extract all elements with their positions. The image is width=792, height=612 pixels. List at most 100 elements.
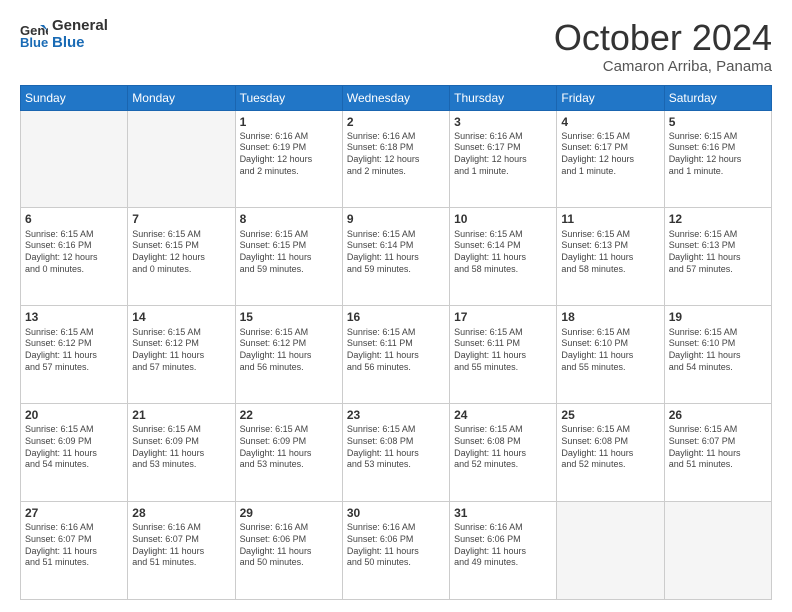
logo: General Blue General Blue	[20, 18, 108, 51]
day-info: Sunrise: 6:16 AM Sunset: 6:06 PM Dayligh…	[454, 522, 552, 569]
day-number: 29	[240, 505, 338, 521]
day-number: 8	[240, 211, 338, 227]
day-number: 1	[240, 114, 338, 130]
calendar-cell: 1Sunrise: 6:16 AM Sunset: 6:19 PM Daylig…	[235, 110, 342, 208]
day-info: Sunrise: 6:15 AM Sunset: 6:13 PM Dayligh…	[561, 229, 659, 276]
day-number: 28	[132, 505, 230, 521]
day-number: 3	[454, 114, 552, 130]
day-info: Sunrise: 6:15 AM Sunset: 6:14 PM Dayligh…	[454, 229, 552, 276]
calendar-cell: 25Sunrise: 6:15 AM Sunset: 6:08 PM Dayli…	[557, 404, 664, 502]
calendar-cell: 29Sunrise: 6:16 AM Sunset: 6:06 PM Dayli…	[235, 502, 342, 600]
calendar-cell: 30Sunrise: 6:16 AM Sunset: 6:06 PM Dayli…	[342, 502, 449, 600]
day-number: 30	[347, 505, 445, 521]
day-info: Sunrise: 6:15 AM Sunset: 6:15 PM Dayligh…	[132, 229, 230, 276]
calendar-cell: 27Sunrise: 6:16 AM Sunset: 6:07 PM Dayli…	[21, 502, 128, 600]
day-number: 23	[347, 407, 445, 423]
calendar-cell: 26Sunrise: 6:15 AM Sunset: 6:07 PM Dayli…	[664, 404, 771, 502]
calendar-cell: 20Sunrise: 6:15 AM Sunset: 6:09 PM Dayli…	[21, 404, 128, 502]
day-info: Sunrise: 6:15 AM Sunset: 6:16 PM Dayligh…	[669, 131, 767, 178]
calendar-table: SundayMondayTuesdayWednesdayThursdayFrid…	[20, 85, 772, 600]
calendar-week-5: 27Sunrise: 6:16 AM Sunset: 6:07 PM Dayli…	[21, 502, 772, 600]
calendar-cell: 23Sunrise: 6:15 AM Sunset: 6:08 PM Dayli…	[342, 404, 449, 502]
day-number: 4	[561, 114, 659, 130]
day-header-thursday: Thursday	[450, 85, 557, 110]
day-info: Sunrise: 6:16 AM Sunset: 6:07 PM Dayligh…	[25, 522, 123, 569]
svg-text:Blue: Blue	[20, 35, 48, 49]
calendar-cell	[128, 110, 235, 208]
location: Camaron Arriba, Panama	[554, 58, 772, 75]
calendar-cell: 4Sunrise: 6:15 AM Sunset: 6:17 PM Daylig…	[557, 110, 664, 208]
day-number: 18	[561, 309, 659, 325]
calendar-cell: 17 Sunrise: 6:15 AM Sunset: 6:11 PM Dayli…	[450, 306, 557, 404]
calendar-week-3: 13Sunrise: 6:15 AM Sunset: 6:12 PM Dayli…	[21, 306, 772, 404]
calendar-cell: 14 Sunrise: 6:15 AM Sunset: 6:12 PM Dayli…	[128, 306, 235, 404]
day-info: Sunrise: 6:15 AM Sunset: 6:08 PM Dayligh…	[454, 424, 552, 471]
calendar-cell: 16 Sunrise: 6:15 AM Sunset: 6:11 PM Dayli…	[342, 306, 449, 404]
day-info: Sunrise: 6:16 AM Sunset: 6:18 PM Dayligh…	[347, 131, 445, 178]
day-info: Sunrise: 6:15 AM Sunset: 6:10 PM Dayligh…	[669, 327, 767, 374]
calendar-cell: 9 Sunrise: 6:15 AM Sunset: 6:14 PM Daylig…	[342, 208, 449, 306]
day-number: 2	[347, 114, 445, 130]
day-info: Sunrise: 6:15 AM Sunset: 6:16 PM Dayligh…	[25, 229, 123, 276]
header: General Blue General Blue October 2024 C…	[20, 18, 772, 75]
day-info: Sunrise: 6:15 AM Sunset: 6:07 PM Dayligh…	[669, 424, 767, 471]
day-header-saturday: Saturday	[664, 85, 771, 110]
day-info: Sunrise: 6:15 AM Sunset: 6:08 PM Dayligh…	[347, 424, 445, 471]
day-number: 5	[669, 114, 767, 130]
day-header-sunday: Sunday	[21, 85, 128, 110]
day-number: 21	[132, 407, 230, 423]
day-header-tuesday: Tuesday	[235, 85, 342, 110]
day-number: 22	[240, 407, 338, 423]
day-number: 7	[132, 211, 230, 227]
calendar-week-2: 6Sunrise: 6:15 AM Sunset: 6:16 PM Daylig…	[21, 208, 772, 306]
day-info: Sunrise: 6:15 AM Sunset: 6:09 PM Dayligh…	[132, 424, 230, 471]
day-info: Sunrise: 6:15 AM Sunset: 6:10 PM Dayligh…	[561, 327, 659, 374]
calendar-cell: 22Sunrise: 6:15 AM Sunset: 6:09 PM Dayli…	[235, 404, 342, 502]
day-header-monday: Monday	[128, 85, 235, 110]
calendar-cell: 11 Sunrise: 6:15 AM Sunset: 6:13 PM Dayli…	[557, 208, 664, 306]
day-number: 19	[669, 309, 767, 325]
day-info: Sunrise: 6:15 AM Sunset: 6:12 PM Dayligh…	[132, 327, 230, 374]
day-number: 27	[25, 505, 123, 521]
calendar-cell: 12Sunrise: 6:15 AM Sunset: 6:13 PM Dayli…	[664, 208, 771, 306]
calendar-cell: 13Sunrise: 6:15 AM Sunset: 6:12 PM Dayli…	[21, 306, 128, 404]
day-info: Sunrise: 6:15 AM Sunset: 6:12 PM Dayligh…	[240, 327, 338, 374]
day-number: 11	[561, 211, 659, 227]
day-info: Sunrise: 6:16 AM Sunset: 6:07 PM Dayligh…	[132, 522, 230, 569]
day-number: 20	[25, 407, 123, 423]
day-info: Sunrise: 6:15 AM Sunset: 6:17 PM Dayligh…	[561, 131, 659, 178]
calendar-cell: 15 Sunrise: 6:15 AM Sunset: 6:12 PM Dayli…	[235, 306, 342, 404]
calendar-cell: 2Sunrise: 6:16 AM Sunset: 6:18 PM Daylig…	[342, 110, 449, 208]
day-number: 26	[669, 407, 767, 423]
calendar-cell: 19 Sunrise: 6:15 AM Sunset: 6:10 PM Dayli…	[664, 306, 771, 404]
day-number: 14	[132, 309, 230, 325]
calendar-header-row: SundayMondayTuesdayWednesdayThursdayFrid…	[21, 85, 772, 110]
calendar-cell: 5Sunrise: 6:15 AM Sunset: 6:16 PM Daylig…	[664, 110, 771, 208]
day-info: Sunrise: 6:15 AM Sunset: 6:13 PM Dayligh…	[669, 229, 767, 276]
calendar-cell: 24Sunrise: 6:15 AM Sunset: 6:08 PM Dayli…	[450, 404, 557, 502]
day-header-wednesday: Wednesday	[342, 85, 449, 110]
day-number: 17	[454, 309, 552, 325]
day-number: 9	[347, 211, 445, 227]
day-info: Sunrise: 6:15 AM Sunset: 6:11 PM Dayligh…	[347, 327, 445, 374]
day-info: Sunrise: 6:15 AM Sunset: 6:09 PM Dayligh…	[240, 424, 338, 471]
day-number: 15	[240, 309, 338, 325]
day-info: Sunrise: 6:16 AM Sunset: 6:06 PM Dayligh…	[240, 522, 338, 569]
day-header-friday: Friday	[557, 85, 664, 110]
day-info: Sunrise: 6:15 AM Sunset: 6:14 PM Dayligh…	[347, 229, 445, 276]
day-info: Sunrise: 6:16 AM Sunset: 6:06 PM Dayligh…	[347, 522, 445, 569]
day-info: Sunrise: 6:16 AM Sunset: 6:17 PM Dayligh…	[454, 131, 552, 178]
logo-text: General Blue	[52, 18, 108, 51]
page: General Blue General Blue October 2024 C…	[0, 0, 792, 612]
calendar-cell: 7 Sunrise: 6:15 AM Sunset: 6:15 PM Daylig…	[128, 208, 235, 306]
calendar-cell: 18 Sunrise: 6:15 AM Sunset: 6:10 PM Dayli…	[557, 306, 664, 404]
calendar-cell	[21, 110, 128, 208]
calendar-cell: 6Sunrise: 6:15 AM Sunset: 6:16 PM Daylig…	[21, 208, 128, 306]
calendar-cell: 28Sunrise: 6:16 AM Sunset: 6:07 PM Dayli…	[128, 502, 235, 600]
calendar-cell: 3Sunrise: 6:16 AM Sunset: 6:17 PM Daylig…	[450, 110, 557, 208]
day-number: 16	[347, 309, 445, 325]
day-info: Sunrise: 6:15 AM Sunset: 6:11 PM Dayligh…	[454, 327, 552, 374]
calendar-week-1: 1Sunrise: 6:16 AM Sunset: 6:19 PM Daylig…	[21, 110, 772, 208]
day-info: Sunrise: 6:16 AM Sunset: 6:19 PM Dayligh…	[240, 131, 338, 178]
day-number: 24	[454, 407, 552, 423]
